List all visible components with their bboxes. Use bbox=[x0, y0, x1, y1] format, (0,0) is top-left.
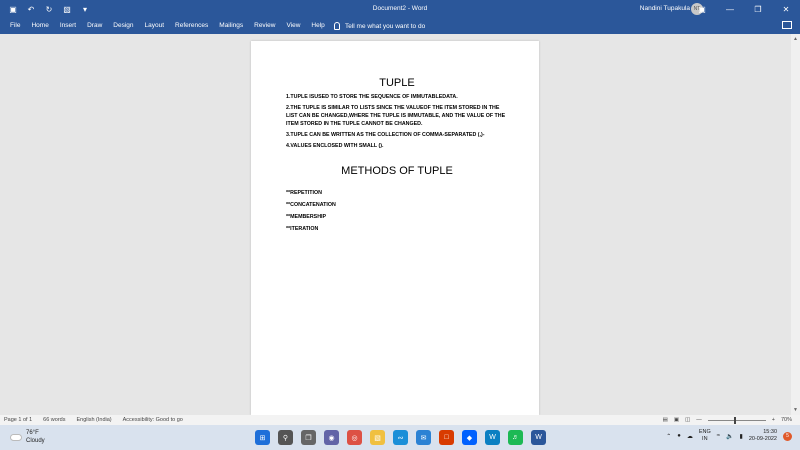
zoom-slider[interactable] bbox=[707, 416, 766, 424]
language-indicator[interactable]: English (India) bbox=[76, 417, 111, 423]
web-layout-icon[interactable]: ◫ bbox=[685, 417, 690, 423]
word-icon[interactable]: W bbox=[531, 430, 546, 445]
tab-layout[interactable]: Layout bbox=[145, 22, 165, 29]
paragraph-4: 4.VALUES ENCLOSED WITH SMALL (). bbox=[286, 143, 384, 149]
tab-draw[interactable]: Draw bbox=[87, 22, 102, 29]
time: 15:30 bbox=[763, 429, 777, 435]
search-icon[interactable]: ⚲ bbox=[278, 430, 293, 445]
onedrive-icon[interactable]: ☁ bbox=[687, 433, 693, 440]
close-icon[interactable]: ✕ bbox=[780, 3, 792, 15]
title-bar: ▣ ↶ ↻ ▧ ▾ Document2 - Word Nandini Tupak… bbox=[0, 0, 800, 18]
zoom-level[interactable]: 70% bbox=[781, 417, 792, 423]
system-tray: ⌃ ● ☁ ENG IN ≈ 🔈 ▮ 15:30 20-09-2022 5 bbox=[666, 429, 792, 443]
vertical-scrollbar[interactable]: ▲ ▼ bbox=[791, 34, 800, 415]
tab-design[interactable]: Design bbox=[113, 22, 133, 29]
notification-badge[interactable]: 5 bbox=[783, 431, 792, 441]
tell-me-search[interactable]: Tell me what you want to do bbox=[334, 22, 425, 30]
zoom-in-icon[interactable]: + bbox=[772, 417, 775, 423]
method-item: **ITERATION bbox=[286, 226, 319, 232]
tab-file[interactable]: File bbox=[10, 22, 20, 29]
mail-icon[interactable]: ✉ bbox=[416, 430, 431, 445]
print-layout-icon[interactable]: ▣ bbox=[674, 417, 679, 423]
temperature: 76°F bbox=[26, 430, 39, 436]
accessibility-status[interactable]: Accessibility: Good to go bbox=[123, 417, 183, 423]
window-controls: ▣ — ❐ ✕ bbox=[696, 3, 792, 15]
wifi-icon[interactable]: ≈ bbox=[717, 433, 720, 439]
paragraph-1: 1.TUPLE ISUSED TO STORE THE SEQUENCE OF … bbox=[286, 94, 458, 100]
zoom-out-icon[interactable]: — bbox=[696, 417, 702, 423]
method-item: **MEMBERSHIP bbox=[286, 214, 327, 220]
zoom-thumb[interactable] bbox=[733, 416, 736, 424]
tell-me-text: Tell me what you want to do bbox=[345, 22, 426, 30]
chevron-up-icon[interactable]: ⌃ bbox=[666, 433, 671, 440]
tab-review[interactable]: Review bbox=[254, 22, 275, 29]
ribbon: File Home Insert Draw Design Layout Refe… bbox=[0, 18, 800, 34]
tab-help[interactable]: Help bbox=[311, 22, 324, 29]
maximize-icon[interactable]: ❐ bbox=[752, 3, 764, 15]
tab-references[interactable]: References bbox=[175, 22, 208, 29]
ribbon-display-icon[interactable]: ▣ bbox=[696, 3, 708, 15]
paragraph-3: 3.TUPLE CAN BE WRITTEN AS THE COLLECTION… bbox=[286, 132, 485, 138]
weather-widget[interactable]: 76°F Cloudy bbox=[10, 429, 45, 445]
task-view-icon[interactable]: ❐ bbox=[301, 430, 316, 445]
method-item: **CONCATENATION bbox=[286, 202, 336, 208]
spotify-icon[interactable]: ♬ bbox=[508, 430, 523, 445]
tab-mailings[interactable]: Mailings bbox=[219, 22, 243, 29]
minimize-icon[interactable]: — bbox=[724, 3, 736, 15]
tray-app-icon[interactable]: ● bbox=[677, 433, 681, 439]
dropbox-icon[interactable]: ◆ bbox=[462, 430, 477, 445]
tab-view[interactable]: View bbox=[286, 22, 300, 29]
document-body[interactable]: TUPLE 1.TUPLE ISUSED TO STORE THE SEQUEN… bbox=[286, 77, 508, 237]
paragraph-2: 2.THE TUPLE IS SIMILAR TO LISTS SINCE TH… bbox=[286, 105, 506, 127]
taskbar: 76°F Cloudy ⊞ ⚲ ❐ ◉ ◎ ▧ ∾ ✉ □ ◆ W ♬ W ⌃ … bbox=[0, 425, 800, 450]
method-item: **REPETITION bbox=[286, 190, 322, 196]
edge-icon[interactable]: ∾ bbox=[393, 430, 408, 445]
document-page[interactable]: TUPLE 1.TUPLE ISUSED TO STORE THE SEQUEN… bbox=[251, 41, 539, 415]
document-canvas: TUPLE 1.TUPLE ISUSED TO STORE THE SEQUEN… bbox=[0, 34, 800, 415]
windows-start-icon[interactable]: ⊞ bbox=[255, 430, 270, 445]
clock[interactable]: 15:30 20-09-2022 bbox=[749, 429, 777, 443]
lightbulb-icon bbox=[334, 22, 340, 30]
chrome-icon[interactable]: ◎ bbox=[347, 430, 362, 445]
user-name[interactable]: Nandini Tupakula bbox=[640, 5, 690, 12]
cloud-icon bbox=[10, 433, 22, 441]
teams-chat-icon[interactable]: ◉ bbox=[324, 430, 339, 445]
input-language[interactable]: ENG IN bbox=[699, 429, 711, 443]
region-code: IN bbox=[702, 436, 708, 442]
wps-icon[interactable]: W bbox=[485, 430, 500, 445]
document-title: TUPLE bbox=[379, 77, 415, 89]
read-mode-icon[interactable]: ▤ bbox=[663, 417, 668, 423]
tab-home[interactable]: Home bbox=[31, 22, 48, 29]
language-code: ENG bbox=[698, 429, 711, 435]
weather-condition: Cloudy bbox=[26, 438, 45, 444]
taskbar-apps: ⊞ ⚲ ❐ ◉ ◎ ▧ ∾ ✉ □ ◆ W ♬ W bbox=[255, 430, 546, 445]
scroll-down-icon[interactable]: ▼ bbox=[793, 407, 798, 413]
word-count[interactable]: 66 words bbox=[43, 417, 65, 423]
volume-icon[interactable]: 🔈 bbox=[726, 433, 733, 440]
office-icon[interactable]: □ bbox=[439, 430, 454, 445]
page-count[interactable]: Page 1 of 1 bbox=[4, 417, 32, 423]
section-heading: METHODS OF TUPLE bbox=[341, 165, 453, 177]
ribbon-tabs: File Home Insert Draw Design Layout Refe… bbox=[10, 22, 336, 29]
comments-icon[interactable] bbox=[782, 21, 792, 29]
battery-icon[interactable]: ▮ bbox=[740, 433, 743, 440]
tab-insert[interactable]: Insert bbox=[60, 22, 76, 29]
file-explorer-icon[interactable]: ▧ bbox=[370, 430, 385, 445]
status-bar: Page 1 of 1 66 words English (India) Acc… bbox=[0, 415, 800, 425]
scroll-up-icon[interactable]: ▲ bbox=[793, 36, 798, 42]
date: 20-09-2022 bbox=[748, 436, 777, 442]
